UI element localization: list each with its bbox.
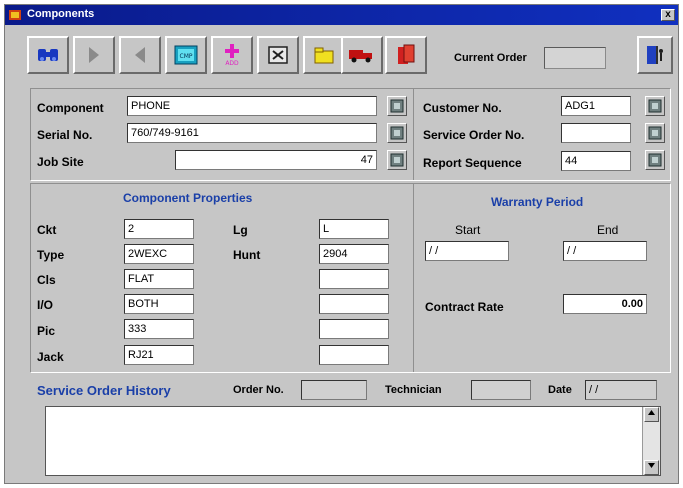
technician-field[interactable] [471, 380, 531, 400]
exit-door-icon [647, 46, 663, 64]
current-order-field[interactable] [544, 47, 606, 69]
service-order-history-heading: Service Order History [37, 383, 171, 398]
add-label: ADD [225, 60, 239, 67]
title-bar: Components x [5, 5, 678, 25]
service-order-lookup-button[interactable] [645, 123, 665, 143]
jack-label: Jack [37, 350, 64, 364]
warranty-period-heading: Warranty Period [491, 195, 584, 209]
component-label: Component [37, 101, 104, 115]
serial-lookup-button[interactable] [387, 123, 407, 143]
lookup-icon [648, 99, 662, 113]
find-button[interactable] [27, 36, 69, 74]
warranty-end-field[interactable]: / / [563, 241, 647, 261]
date-field[interactable]: / / [585, 380, 657, 400]
monitor-icon: CMP [174, 45, 198, 65]
contract-rate-label: Contract Rate [425, 300, 504, 314]
lookup-icon [390, 126, 404, 140]
delete-box-icon [268, 46, 288, 64]
component-lookup-button[interactable] [387, 96, 407, 116]
type-field[interactable]: 2WEXC [124, 244, 194, 264]
next-button[interactable] [73, 36, 115, 74]
pic-label: Pic [37, 324, 56, 338]
customer-lookup-button[interactable] [645, 96, 665, 116]
current-order-label: Current Order [454, 52, 527, 64]
lookup-icon [390, 153, 404, 167]
component-field[interactable]: PHONE [127, 96, 377, 116]
exit-button[interactable] [637, 36, 673, 74]
scroll-up-button[interactable] [644, 407, 659, 422]
lg-label: Lg [233, 223, 248, 237]
warranty-start-label: Start [455, 223, 481, 237]
report-seq-lookup-button[interactable] [645, 150, 665, 170]
warranty-end-label: End [597, 223, 619, 237]
serial-label: Serial No. [37, 128, 93, 142]
cls-label: Cls [37, 273, 56, 287]
cmp-label: CMP [180, 53, 193, 60]
type-label: Type [37, 248, 65, 262]
component-properties-heading: Component Properties [123, 191, 253, 205]
scroll-up-icon [648, 410, 655, 415]
extra-field-4[interactable] [319, 345, 389, 365]
window-title: Components [27, 8, 95, 20]
book-button[interactable] [385, 36, 427, 74]
play-left-icon [135, 47, 145, 63]
scroll-down-icon [648, 463, 655, 468]
ckt-field[interactable]: 2 [124, 219, 194, 239]
extra-field-3[interactable] [319, 319, 389, 339]
warranty-start-field[interactable]: / / [425, 241, 509, 261]
panel-divider [413, 89, 414, 180]
history-scrollbar[interactable] [642, 407, 660, 475]
customer-label: Customer No. [423, 101, 502, 115]
date-label: Date [548, 384, 572, 396]
extra-field-2[interactable] [319, 294, 389, 314]
binoculars-icon [38, 49, 58, 61]
extra-field-1[interactable] [319, 269, 389, 289]
truck-button[interactable] [341, 36, 383, 74]
add-icon: ADD [225, 44, 239, 67]
lookup-icon [648, 153, 662, 167]
scroll-down-button[interactable] [644, 460, 659, 475]
folder-button[interactable] [303, 36, 345, 74]
jobsite-label: Job Site [37, 155, 84, 169]
cmp-button[interactable]: CMP [165, 36, 207, 74]
hunt-label: Hunt [233, 248, 261, 262]
report-seq-field[interactable]: 44 [561, 151, 631, 171]
technician-label: Technician [385, 384, 442, 396]
report-seq-label: Report Sequence [423, 156, 522, 170]
service-order-history-list[interactable] [45, 406, 661, 476]
hunt-field[interactable]: 2904 [319, 244, 389, 264]
delete-button[interactable] [257, 36, 299, 74]
service-order-field[interactable] [561, 123, 631, 143]
close-button[interactable]: x [661, 9, 675, 21]
cls-field[interactable]: FLAT [124, 269, 194, 289]
play-right-icon [89, 47, 99, 63]
folder-icon [314, 47, 334, 64]
jobsite-lookup-button[interactable] [387, 150, 407, 170]
pic-field[interactable]: 333 [124, 319, 194, 339]
app-icon [9, 10, 21, 20]
lookup-icon [390, 99, 404, 113]
contract-rate-field[interactable]: 0.00 [563, 294, 647, 314]
truck-icon [349, 50, 372, 63]
service-order-label: Service Order No. [423, 128, 525, 142]
io-label: I/O [37, 298, 54, 312]
add-button[interactable]: ADD [211, 36, 253, 74]
order-no-field[interactable] [301, 380, 367, 400]
io-field[interactable]: BOTH [124, 294, 194, 314]
jack-field[interactable]: RJ21 [124, 345, 194, 365]
lg-field[interactable]: L [319, 219, 389, 239]
jobsite-field[interactable]: 47 [175, 150, 377, 170]
book-icon [398, 44, 415, 64]
serial-field[interactable]: 760/749-9161 [127, 123, 377, 143]
components-window: Components x CMP ADD Current Order Compo… [4, 4, 679, 484]
customer-field[interactable]: ADG1 [561, 96, 631, 116]
ckt-label: Ckt [37, 223, 57, 237]
order-no-label: Order No. [233, 384, 284, 396]
lookup-icon [648, 126, 662, 140]
properties-divider [413, 184, 414, 372]
previous-button[interactable] [119, 36, 161, 74]
